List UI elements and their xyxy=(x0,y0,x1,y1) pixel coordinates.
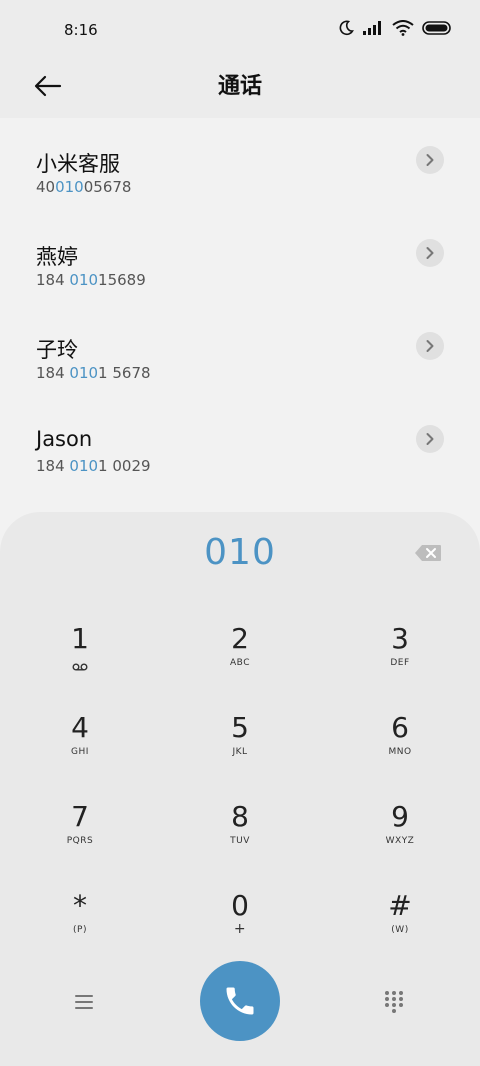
key-6[interactable]: 6 MNO xyxy=(340,711,460,781)
header: 通话 xyxy=(0,62,480,118)
menu-icon xyxy=(75,995,93,1009)
key-letters: ABC xyxy=(230,658,250,668)
key-5[interactable]: 5 JKL xyxy=(180,711,300,781)
key-digit: 8 xyxy=(231,800,249,833)
signal-icon xyxy=(363,21,381,35)
contact-number: 4001005678 xyxy=(36,178,132,196)
contact-number: 184 01015689 xyxy=(36,271,146,289)
status-bar: 8:16 xyxy=(0,0,480,62)
battery-icon xyxy=(422,21,451,35)
contact-detail-button[interactable] xyxy=(416,425,444,453)
key-8[interactable]: 8 TUV xyxy=(180,800,300,870)
key-digit: 4 xyxy=(71,711,89,744)
key-digit: 1 xyxy=(71,622,89,655)
key-letters: GHI xyxy=(71,747,89,757)
contact-number: 184 0101 5678 xyxy=(36,364,151,382)
keypad-toggle-button[interactable] xyxy=(374,984,414,1020)
list-item[interactable]: 小米客服 4001005678 xyxy=(0,118,480,211)
contact-detail-button[interactable] xyxy=(416,332,444,360)
key-letters: (W) xyxy=(391,925,409,935)
moon-icon xyxy=(339,20,354,36)
backspace-button[interactable] xyxy=(414,542,442,564)
results-list: 小米客服 4001005678 燕婷 184 01015689 子玲 184 0… xyxy=(0,118,480,490)
key-3[interactable]: 3 DEF xyxy=(340,622,460,692)
voicemail-icon xyxy=(72,663,88,671)
key-digit: 9 xyxy=(391,800,409,833)
key-1[interactable]: 1 xyxy=(20,622,140,692)
wifi-icon xyxy=(392,20,414,36)
key-digit: * xyxy=(73,889,87,922)
key-digit: 6 xyxy=(391,711,409,744)
dialpad-icon xyxy=(385,991,403,1013)
key-letters: (P) xyxy=(73,925,87,935)
key-digit: 3 xyxy=(391,622,409,655)
key-0[interactable]: 0 + xyxy=(180,889,300,959)
list-item[interactable]: 燕婷 184 01015689 xyxy=(0,211,480,304)
key-letters: + xyxy=(233,921,247,937)
dial-input[interactable]: 010 xyxy=(0,532,480,573)
contact-name: Jason xyxy=(36,427,93,451)
key-star[interactable]: * (P) xyxy=(20,889,140,959)
key-letters: WXYZ xyxy=(385,836,415,846)
key-2[interactable]: 2 ABC xyxy=(180,622,300,692)
contact-name: 子玲 xyxy=(36,338,78,362)
key-digit: 0 xyxy=(231,889,249,922)
list-item[interactable]: Jason 184 0101 0029 xyxy=(0,397,480,490)
status-time: 8:16 xyxy=(64,21,98,39)
key-digit: # xyxy=(388,889,412,922)
contact-name: 燕婷 xyxy=(36,245,78,269)
key-letters: JKL xyxy=(232,747,248,757)
key-4[interactable]: 4 GHI xyxy=(20,711,140,781)
key-digit: 5 xyxy=(231,711,249,744)
key-digit: 2 xyxy=(231,622,249,655)
list-item[interactable]: 子玲 184 0101 5678 xyxy=(0,304,480,397)
contact-name: 小米客服 xyxy=(36,152,120,176)
backspace-icon xyxy=(415,545,441,561)
key-letters: DEF xyxy=(390,658,410,668)
call-button[interactable] xyxy=(200,961,280,1041)
key-letters: PQRS xyxy=(66,836,94,846)
chevron-right-icon xyxy=(426,247,434,259)
dialer-panel: 010 1 2 ABC 3 DEF 4 GHI 5 JKL 6 MNO 7 PQ… xyxy=(0,512,480,1066)
chevron-right-icon xyxy=(426,340,434,352)
key-digit: 7 xyxy=(71,800,89,833)
key-letters: MNO xyxy=(388,747,412,757)
key-letters: TUV xyxy=(230,836,250,846)
key-7[interactable]: 7 PQRS xyxy=(20,800,140,870)
contact-number: 184 0101 0029 xyxy=(36,457,151,475)
chevron-right-icon xyxy=(426,154,434,166)
status-icons xyxy=(338,20,452,36)
phone-icon xyxy=(226,987,254,1015)
key-hash[interactable]: # (W) xyxy=(340,889,460,959)
page-title: 通话 xyxy=(217,74,262,99)
contact-detail-button[interactable] xyxy=(416,146,444,174)
menu-button[interactable] xyxy=(64,986,104,1018)
key-9[interactable]: 9 WXYZ xyxy=(340,800,460,870)
chevron-right-icon xyxy=(426,433,434,445)
contact-detail-button[interactable] xyxy=(416,239,444,267)
